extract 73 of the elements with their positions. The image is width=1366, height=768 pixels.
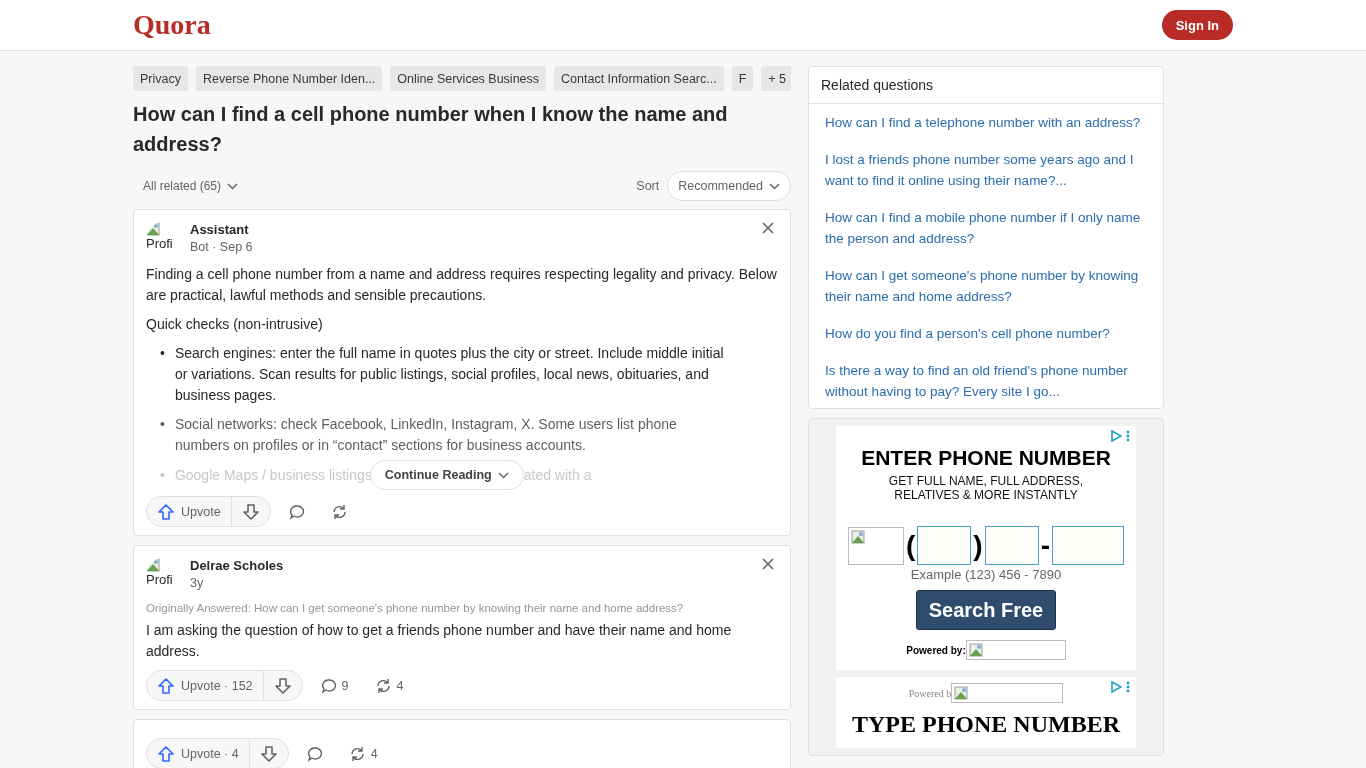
related-question-link[interactable]: How can I find a mobile phone number if I only name the person and address? — [825, 207, 1147, 249]
related-question-link[interactable]: I lost a friends phone number some years ago and I want to find it online using their name?... — [825, 149, 1147, 191]
topic-chip[interactable]: Contact Information Searc... — [554, 66, 724, 91]
ad-headline: TYPE PHONE NUMBER — [852, 711, 1120, 738]
panel-title: Related questions — [809, 67, 1163, 104]
ad-subtitle: GET FULL NAME, FULL ADDRESS, — [888, 474, 1084, 488]
arrow-up-icon — [157, 676, 175, 695]
topic-chip[interactable]: Reverse Phone Number Iden... — [196, 66, 383, 91]
sign-in-button[interactable]: Sign In — [1161, 10, 1233, 40]
topic-chip[interactable]: Privacy — [133, 66, 188, 91]
answer-meta: 3y — [190, 576, 205, 590]
more-icon[interactable] — [1126, 430, 1130, 442]
share-button[interactable]: 4 — [366, 677, 412, 694]
ad-card[interactable]: Powered b TYPE PHONE NUMBER — [836, 677, 1136, 748]
example-text: Example (123) 456 - 7890 — [910, 567, 1062, 582]
continue-reading-button[interactable]: Continue Reading — [369, 460, 524, 490]
arrow-down-icon — [241, 502, 260, 521]
originally-answered: Originally Answered: How can I get someone's phone number by knowing their name and home address? — [146, 602, 685, 614]
sort-label: Sort — [636, 179, 660, 193]
topic-chip[interactable]: F — [731, 66, 754, 91]
circular-arrows-icon — [348, 745, 366, 762]
play-icon[interactable] — [1110, 681, 1122, 693]
related-question-link[interactable]: Is there a way to find an old friend's phone number without having to pay? Every site I go... — [825, 360, 1147, 402]
more-icon[interactable] — [1126, 681, 1130, 693]
related-question-link[interactable]: How can I find a telephone number with an address? — [825, 112, 1147, 133]
speech-bubble-icon — [306, 745, 323, 762]
author-name[interactable]: Assistant — [190, 222, 253, 237]
circular-arrows-icon — [374, 677, 392, 694]
sort-dropdown[interactable]: Recommended — [667, 171, 791, 201]
avatar[interactable]: Profi — [146, 222, 182, 258]
bullet-text: Social networks: check Facebook, LinkedIn, Instagram, X. Some users list phone numbers on profiles or in “contact” sections for business accounts. — [174, 415, 678, 455]
speech-bubble-icon — [288, 503, 305, 520]
related-question-link[interactable]: How do you find a person's cell phone number? — [825, 323, 1147, 344]
answer-text: Quick checks (non-intrusive) — [146, 315, 324, 334]
bullet-text: Search engines: enter the full name in quotes plus the city or street. Include middle initial or variations. Scan results for public listings, social profiles, local news, obituaries, and business pages. — [174, 344, 725, 405]
chevron-down-icon — [227, 182, 239, 190]
speech-bubble-icon — [320, 677, 337, 694]
chevron-down-icon — [497, 471, 509, 479]
answer-text: Finding a cell phone number from a name and address requires respecting legality and privacy. Below are practical, lawful methods and sensible precautions. — [146, 265, 778, 305]
avatar[interactable]: Profi — [146, 558, 182, 594]
all-related-dropdown[interactable]: All related (65) — [133, 171, 249, 201]
line-number-field[interactable] — [1052, 526, 1124, 565]
comment-button[interactable]: 9 — [312, 677, 357, 694]
arrow-up-icon — [157, 502, 175, 521]
powered-by-text: Powered by: — [906, 644, 966, 656]
arrow-up-icon — [157, 744, 175, 763]
chevron-down-icon — [769, 182, 780, 190]
play-icon[interactable] — [1110, 430, 1122, 442]
answer-text: I am asking the question of how to get a friends phone number and have their name and home address. — [146, 621, 733, 661]
bullet-marker: • — [160, 415, 165, 434]
circular-arrows-icon — [330, 503, 348, 520]
author-name[interactable]: Delrae Scholes — [190, 558, 284, 573]
paren-text: ) — [972, 529, 984, 562]
bullet-marker: • — [160, 467, 165, 483]
ad-card[interactable]: ENTER PHONE NUMBER GET FULL NAME, FULL ADDRESS, RELATIVES & MORE INSTANTLY ( ) - Example (123) 456 - 7890 Search Free Powered by: — [836, 426, 1136, 670]
share-button[interactable]: 4 — [340, 745, 386, 762]
powered-by-text: Powered b — [908, 687, 952, 699]
paren-text: ( — [905, 529, 917, 562]
answer-meta: Bot · Sep 6 — [190, 240, 253, 254]
related-question-link[interactable]: How can I get someone's phone number by knowing their name and home address? — [825, 265, 1147, 307]
ad-headline: ENTER PHONE NUMBER — [861, 446, 1111, 470]
question-title: How can I find a cell phone number when I know the name and address? — [133, 102, 729, 157]
arrow-down-icon — [273, 676, 292, 695]
topic-chip[interactable]: + 5 — [761, 66, 791, 91]
prefix-field[interactable] — [984, 526, 1039, 565]
arrow-down-icon — [259, 744, 278, 763]
logo[interactable]: Quora — [133, 9, 211, 41]
dash-text: - — [1039, 529, 1051, 562]
topic-chip[interactable]: Online Services Business — [390, 66, 547, 91]
search-free-button[interactable]: Search Free — [916, 590, 1056, 630]
area-code-field[interactable] — [917, 526, 972, 565]
bullet-marker: • — [160, 344, 165, 363]
ad-subtitle: RELATIVES & MORE INSTANTLY — [894, 488, 1078, 502]
